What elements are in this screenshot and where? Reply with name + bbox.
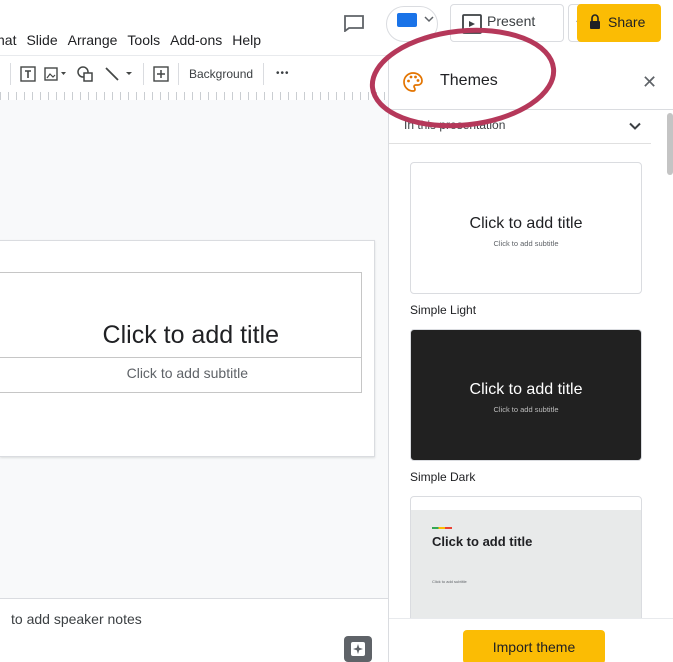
theme-card-simple-dark[interactable]: Click to add title Click to add subtitle bbox=[410, 329, 642, 461]
explore-icon bbox=[351, 642, 365, 656]
toolbar-divider bbox=[143, 62, 144, 85]
menu-bar: nat Slide Arrange Tools Add-ons Help bbox=[0, 28, 271, 52]
line-icon[interactable] bbox=[103, 63, 137, 85]
menu-tools[interactable]: Tools bbox=[127, 30, 160, 50]
themes-panel: Themes ✕ In this presentation Click to a… bbox=[388, 55, 673, 662]
palette-icon bbox=[403, 72, 423, 92]
themes-scrollbar[interactable] bbox=[666, 110, 673, 662]
speaker-notes[interactable]: to add speaker notes bbox=[0, 598, 388, 662]
speaker-notes-placeholder: to add speaker notes bbox=[11, 611, 142, 627]
theme-card-streamline[interactable]: Click to add title Click to add subtitle bbox=[410, 496, 642, 628]
toolbar-divider bbox=[10, 62, 11, 85]
toolbar-divider bbox=[178, 62, 179, 85]
theme-source-label: In this presentation bbox=[404, 118, 506, 132]
menu-help[interactable]: Help bbox=[232, 30, 261, 50]
subtitle-placeholder[interactable]: Click to add subtitle bbox=[0, 358, 362, 393]
theme-preview-subtitle: Click to add subtitle bbox=[432, 579, 467, 584]
more-options-button[interactable]: ••• bbox=[276, 68, 290, 79]
slide[interactable]: Click to add title Click to add subtitle bbox=[0, 240, 375, 457]
menu-arrange[interactable]: Arrange bbox=[68, 30, 118, 50]
theme-card-simple-light[interactable]: Click to add title Click to add subtitle bbox=[410, 162, 642, 294]
menu-addons[interactable]: Add-ons bbox=[170, 30, 222, 50]
ruler bbox=[0, 92, 388, 100]
slide-subtitle: Click to add subtitle bbox=[126, 365, 248, 381]
present-icon bbox=[462, 14, 482, 34]
theme-preview-subtitle: Click to add subtitle bbox=[493, 239, 559, 248]
themes-panel-footer: Import theme bbox=[389, 618, 673, 662]
theme-preview-title: Click to add title bbox=[469, 381, 583, 398]
toolbar: Background ••• bbox=[0, 55, 388, 91]
theme-name: Simple Light bbox=[410, 303, 477, 317]
share-label: Share bbox=[608, 14, 646, 30]
share-button[interactable]: Share bbox=[577, 4, 661, 42]
themes-panel-title: Themes bbox=[440, 72, 498, 89]
themes-panel-header: Themes ✕ bbox=[389, 55, 673, 110]
menu-format[interactable]: nat bbox=[0, 30, 16, 50]
theme-preview-title: Click to add title bbox=[432, 534, 533, 549]
title-placeholder[interactable]: Click to add title bbox=[0, 272, 362, 358]
close-icon[interactable]: ✕ bbox=[642, 72, 657, 92]
camera-icon bbox=[397, 13, 434, 27]
present-label: Present bbox=[487, 13, 536, 29]
theme-preview-header-bar bbox=[411, 497, 641, 510]
theme-preview-subtitle: Click to add subtitle bbox=[493, 405, 559, 414]
theme-preview-title: Click to add title bbox=[469, 215, 583, 232]
image-icon[interactable] bbox=[43, 63, 69, 85]
background-button[interactable]: Background bbox=[189, 67, 253, 81]
meet-camera-button[interactable] bbox=[386, 6, 438, 42]
shape-icon[interactable] bbox=[75, 63, 95, 85]
import-theme-button[interactable]: Import theme bbox=[463, 630, 605, 662]
present-button[interactable]: Present bbox=[450, 4, 564, 42]
slide-title: Click to add title bbox=[102, 321, 279, 349]
theme-preview-accent-line bbox=[432, 527, 452, 529]
toolbar-divider bbox=[263, 62, 265, 85]
scrollbar-thumb[interactable] bbox=[667, 113, 673, 175]
new-comment-icon[interactable] bbox=[152, 63, 170, 85]
slide-canvas[interactable]: Click to add title Click to add subtitle bbox=[0, 100, 388, 598]
theme-name: Simple Dark bbox=[410, 470, 476, 484]
theme-source-select[interactable]: In this presentation bbox=[389, 110, 651, 144]
chevron-down-icon bbox=[629, 122, 641, 130]
menu-slide[interactable]: Slide bbox=[26, 30, 57, 50]
comment-icon[interactable] bbox=[343, 14, 365, 32]
share-lock-icon bbox=[590, 14, 600, 29]
text-box-icon[interactable] bbox=[19, 63, 37, 85]
explore-button[interactable] bbox=[344, 636, 372, 662]
